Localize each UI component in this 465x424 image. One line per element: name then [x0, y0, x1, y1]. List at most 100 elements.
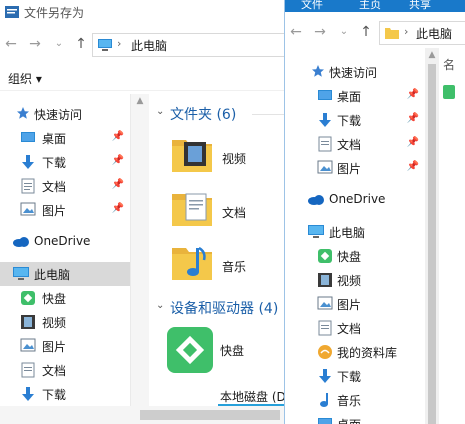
computer-icon — [97, 38, 113, 52]
nav-item-onedrive[interactable]: OneDrive — [285, 188, 425, 212]
recent-locations-icon[interactable]: ⌄ — [333, 21, 355, 43]
tab-home[interactable]: 主页 — [359, 0, 381, 12]
pin-icon[interactable]: 📌 — [112, 203, 124, 214]
document-icon — [318, 320, 332, 336]
video-folder-icon — [170, 132, 214, 176]
kuaipan-icon[interactable] — [443, 84, 455, 100]
nav-item-pictures[interactable]: 图片 📌 — [285, 156, 425, 180]
tab-share[interactable]: 共享 — [409, 0, 431, 12]
nav-item-my-library[interactable]: 我的资料库 — [285, 340, 425, 364]
computer-icon — [307, 224, 325, 239]
nav-item-kuaipan[interactable]: 快盘 — [285, 244, 425, 268]
group-header-folders[interactable]: 文件夹 (6) — [170, 104, 236, 124]
nav-label: 图片 — [337, 298, 362, 312]
nav-item-documents-2[interactable]: 文档 — [285, 316, 425, 340]
scroll-thumb[interactable] — [140, 410, 280, 420]
pin-icon[interactable]: 📌 — [407, 89, 419, 100]
nav-item-pictures-2[interactable]: 图片 — [285, 292, 425, 316]
nav-label: OneDrive — [329, 192, 386, 206]
nav-label: 文档 — [337, 138, 362, 152]
music-icon — [319, 392, 333, 408]
navigation-pane: 快速访问 桌面 📌 下载 📌 文档 📌 图片 📌 OneDrive 此电脑 快盘… — [0, 94, 130, 424]
nav-item-this-pc[interactable]: 此电脑 — [285, 220, 425, 244]
organize-menu[interactable]: 组织 ▾ — [8, 70, 42, 87]
scroll-up-icon[interactable]: ▲ — [425, 48, 439, 62]
folder-item-videos[interactable]: 视频 — [170, 132, 280, 178]
nav-label: 视频 — [42, 316, 67, 330]
address-box[interactable]: › 此电脑 — [92, 33, 286, 57]
nav-item-downloads[interactable]: 下载 📌 — [0, 150, 130, 174]
picture-icon — [317, 296, 333, 310]
pin-icon[interactable]: 📌 — [407, 161, 419, 172]
nav-label: 视频 — [337, 274, 362, 288]
horizontal-scrollbar[interactable] — [0, 406, 284, 424]
pin-icon[interactable]: 📌 — [112, 155, 124, 166]
nav-item-documents[interactable]: 文档 📌 — [285, 132, 425, 156]
pin-icon[interactable]: 📌 — [112, 131, 124, 142]
nav-item-videos[interactable]: 视频 — [0, 310, 130, 334]
folder-label: 文档 — [222, 206, 247, 220]
nav-scrollbar[interactable]: ▲ — [425, 48, 439, 424]
nav-label: OneDrive — [34, 234, 91, 248]
nav-item-documents-2[interactable]: 文档 — [0, 358, 130, 382]
nav-item-downloads[interactable]: 下载 📌 — [285, 108, 425, 132]
pin-icon[interactable]: 📌 — [112, 179, 124, 190]
folder-icon — [384, 26, 400, 40]
capacity-bar — [218, 404, 284, 406]
folder-item-documents[interactable]: 文档 — [170, 186, 280, 232]
device-item-kuaipan[interactable]: 快盘 — [166, 326, 280, 376]
nav-label: 快速访问 — [34, 108, 83, 122]
nav-item-desktop[interactable]: 桌面 📌 — [285, 84, 425, 108]
column-header-name[interactable]: 名 — [443, 56, 455, 73]
nav-item-documents[interactable]: 文档 📌 — [0, 174, 130, 198]
pin-icon[interactable]: 📌 — [407, 137, 419, 148]
nav-item-quick-access[interactable]: 快速访问 — [285, 60, 425, 84]
nav-label: 快盘 — [337, 250, 362, 264]
nav-label: 桌面 — [42, 132, 67, 146]
back-arrow-icon[interactable]: ← — [285, 21, 307, 43]
nav-item-desktop[interactable]: 桌面 📌 — [0, 126, 130, 150]
nav-item-desktop-2[interactable]: 桌面 — [285, 412, 425, 424]
collapse-chevron-icon[interactable]: ⌄ — [156, 300, 164, 311]
up-arrow-icon[interactable]: ↑ — [355, 21, 377, 43]
chevron-right-icon: › — [117, 37, 122, 50]
nav-label: 下载 — [42, 156, 67, 170]
forward-arrow-icon[interactable]: → — [24, 33, 46, 55]
nav-label: 此电脑 — [34, 268, 71, 282]
download-icon — [20, 154, 36, 170]
computer-icon — [12, 266, 30, 281]
nav-item-pictures[interactable]: 图片 📌 — [0, 198, 130, 222]
nav-item-downloads-2[interactable]: 下载 — [285, 364, 425, 388]
onedrive-icon — [12, 236, 30, 248]
back-arrow-icon[interactable]: ← — [0, 33, 22, 55]
tab-file[interactable]: 文件 — [301, 0, 323, 12]
forward-arrow-icon[interactable]: → — [309, 21, 331, 43]
device-item-local-disk[interactable]: 本地磁盘 (D — [218, 384, 286, 406]
nav-scrollbar[interactable]: ▲ — [130, 94, 149, 406]
address-path: 此电脑 — [131, 39, 168, 53]
recent-locations-icon[interactable]: ⌄ — [48, 33, 70, 55]
folder-item-music[interactable]: 音乐 — [170, 240, 280, 286]
video-icon — [20, 314, 36, 330]
chevron-down-icon: ▾ — [35, 72, 42, 86]
nav-item-videos[interactable]: 视频 — [285, 268, 425, 292]
scroll-up-icon[interactable]: ▲ — [131, 94, 149, 108]
nav-item-music[interactable]: 音乐 — [285, 388, 425, 412]
nav-item-downloads-2[interactable]: 下载 — [0, 382, 130, 406]
nav-item-pictures-2[interactable]: 图片 — [0, 334, 130, 358]
star-icon — [311, 64, 325, 78]
group-header-devices[interactable]: 设备和驱动器 (4) — [170, 298, 278, 318]
content-pane: ⌄ 文件夹 (6) 视频 文档 音乐 ⌄ 设备和驱动器 (4) 快盘 本地磁盘 … — [152, 94, 286, 406]
pin-icon[interactable]: 📌 — [407, 113, 419, 124]
nav-item-kuaipan[interactable]: 快盘 — [0, 286, 130, 310]
collapse-chevron-icon[interactable]: ⌄ — [156, 106, 164, 117]
up-arrow-icon[interactable]: ↑ — [70, 33, 92, 55]
nav-label: 文档 — [42, 364, 67, 378]
nav-item-quick-access[interactable]: 快速访问 — [0, 102, 130, 126]
nav-item-onedrive[interactable]: OneDrive — [0, 230, 130, 254]
picture-icon — [20, 338, 36, 352]
address-box[interactable]: › 此电脑 — [379, 21, 465, 45]
nav-item-this-pc[interactable]: 此电脑 — [0, 262, 130, 286]
nav-label: 下载 — [337, 114, 362, 128]
scroll-thumb[interactable] — [428, 64, 436, 424]
